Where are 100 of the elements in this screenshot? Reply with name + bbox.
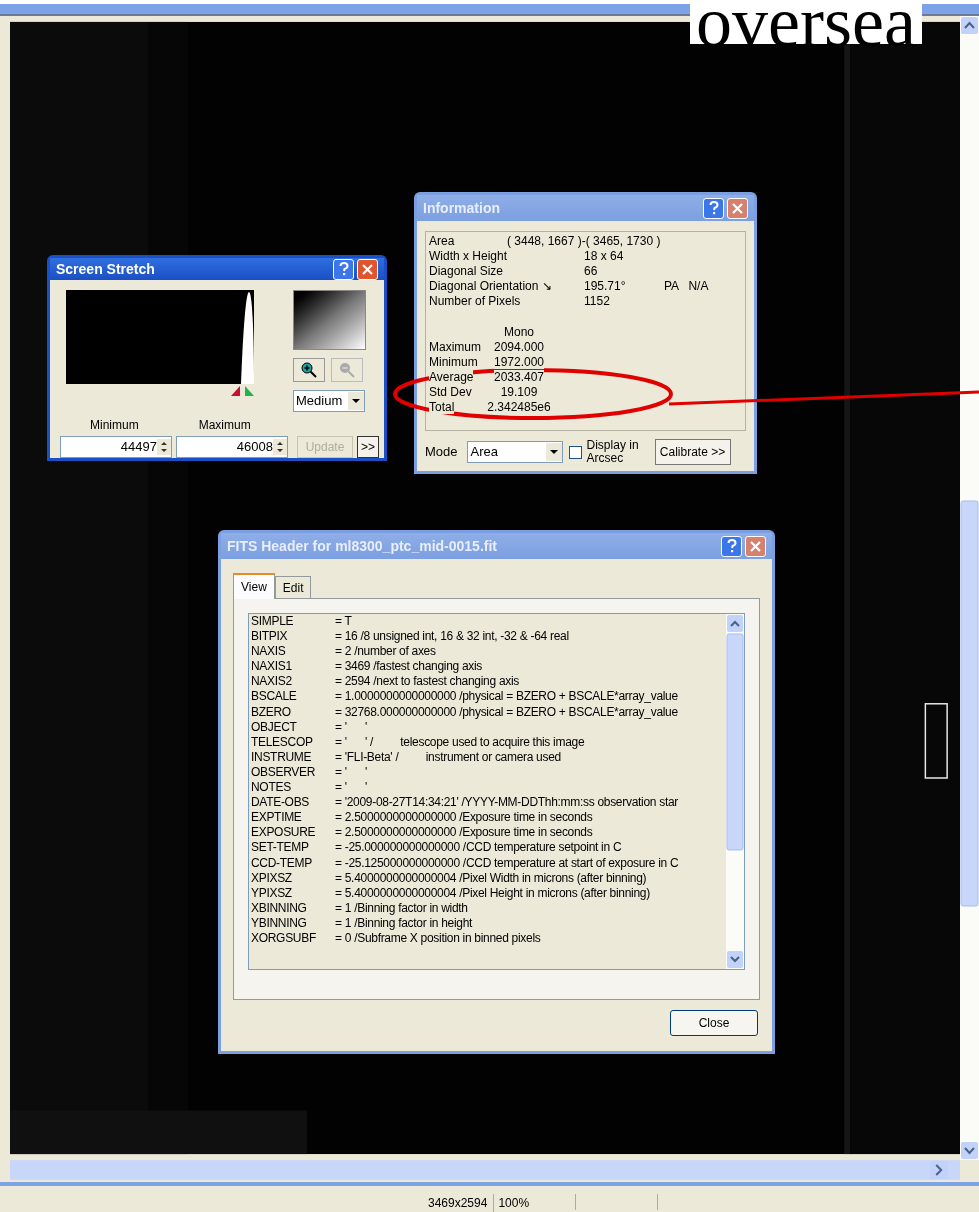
header-key: DATE-OBS xyxy=(251,795,335,811)
header-key: NAXIS xyxy=(251,644,335,660)
header-value: = T xyxy=(335,614,352,630)
close-icon xyxy=(732,202,743,214)
info-label: Diagonal Size xyxy=(429,264,505,279)
header-value: = 5.4000000000000004 /Pixel Width in microns (after binning) xyxy=(335,870,647,886)
header-value: = 1.0000000000000000 /physical = BZERO + BSCALE*array_value xyxy=(335,689,678,705)
tab[interactable]: View xyxy=(233,573,275,599)
expand-button[interactable]: >> xyxy=(357,436,379,458)
stat-value: 2.342485e6 xyxy=(487,400,551,414)
header-key: OBSERVER xyxy=(251,764,335,781)
stat-value: 2033.407 xyxy=(493,370,545,384)
header-key: NAXIS2 xyxy=(251,674,335,690)
header-value: = ' ' / telescope used to acquire this image xyxy=(335,734,585,750)
maximum-label: Maximum xyxy=(198,417,251,434)
stat-value: 2094.000 xyxy=(493,340,545,354)
header-value: = 3469 /fastest changing axis xyxy=(335,659,483,675)
header-key: CCD-TEMP xyxy=(251,855,335,871)
help-button[interactable] xyxy=(703,197,724,219)
header-value: = 5.4000000000000004 /Pixel Height in microns (after binning) xyxy=(335,885,650,901)
info-value: PA N/A xyxy=(664,279,709,294)
horizontal-scrollbar[interactable] xyxy=(10,1159,960,1180)
header-key: XORGSUBF xyxy=(251,930,335,947)
header-value: = 2 /number of axes xyxy=(335,644,436,660)
close-button[interactable] xyxy=(745,535,766,557)
header-key: BSCALE xyxy=(251,689,335,705)
header-value: = -25.000000000000000 /CCD temperature setpoint in C xyxy=(335,840,622,856)
help-icon xyxy=(708,201,719,215)
stretch-preset-dropdown[interactable]: Medium xyxy=(293,390,365,412)
header-key: YBINNING xyxy=(251,915,335,931)
close-icon xyxy=(750,540,761,552)
header-key: YPIXSZ xyxy=(251,885,335,901)
header-value: = ' ' xyxy=(335,719,367,735)
zoom-level: 100% xyxy=(493,1194,570,1212)
header-value: = '2009-08-27T14:34:21' /YYYY-MM-DDThh:mm:ss observation star xyxy=(335,795,678,811)
header-value: = -25.125000000000000 /CCD temperature at start of exposure in C xyxy=(335,855,679,871)
vertical-scrollbar[interactable] xyxy=(726,614,744,969)
header-key: INSTRUME xyxy=(251,749,335,765)
window-title: Screen Stretch xyxy=(56,259,156,279)
stats-heading: Mono xyxy=(503,325,535,340)
mode-dropdown[interactable]: Area xyxy=(466,441,563,463)
spinner-arrows-icon[interactable] xyxy=(157,439,171,455)
arcsec-label: Display in Arcsec xyxy=(586,439,640,465)
window-title: Information xyxy=(423,198,501,218)
header-value: = ' ' xyxy=(335,764,367,781)
minimum-field[interactable]: 44497 xyxy=(60,436,172,458)
close-dialog-button[interactable]: Close xyxy=(670,1010,758,1036)
help-icon xyxy=(338,262,349,276)
dropdown-caret-icon[interactable] xyxy=(348,392,364,410)
header-value: = 2.5000000000000000 /Exposure time in seconds xyxy=(335,810,593,826)
header-key: EXPTIME xyxy=(251,810,335,826)
info-label: Width x Height xyxy=(429,249,509,264)
mode-label: Mode xyxy=(425,443,458,462)
header-value: = 1 /Binning factor in width xyxy=(335,900,468,916)
info-value: 195.71° xyxy=(584,279,627,294)
tab[interactable]: Edit xyxy=(274,576,312,598)
header-key: SIMPLE xyxy=(251,614,335,630)
info-label: Number of Pixels xyxy=(429,294,522,309)
header-value: = ' ' xyxy=(335,780,367,796)
header-value: = 0 /Subframe X position in binned pixels xyxy=(335,930,541,947)
header-key: XBINNING xyxy=(251,900,335,916)
close-icon xyxy=(362,263,373,275)
header-key: SET-TEMP xyxy=(251,840,335,856)
header-key: OBJECT xyxy=(251,719,335,735)
stat-label: Std Dev xyxy=(429,385,472,399)
header-key: XPIXSZ xyxy=(251,870,335,886)
minimum-label: Minimum xyxy=(90,417,139,434)
spinner-arrows-icon[interactable] xyxy=(273,439,287,455)
calibrate-button[interactable]: Calibrate >> xyxy=(654,439,731,465)
dropdown-caret-icon[interactable] xyxy=(545,443,562,461)
help-button[interactable] xyxy=(333,258,354,280)
stat-label: Maximum xyxy=(429,340,481,354)
maximum-marker-icon[interactable] xyxy=(245,386,254,396)
stat-value: 1972.000 xyxy=(493,355,545,369)
header-value: = 1 /Binning factor in height xyxy=(335,915,473,931)
header-key: BITPIX xyxy=(251,629,335,645)
stat-value: 19.109 xyxy=(500,385,538,399)
zoom-in-button[interactable] xyxy=(293,358,325,382)
stat-label: Minimum xyxy=(429,355,478,369)
help-button[interactable] xyxy=(721,535,742,557)
header-key: NOTES xyxy=(251,780,335,796)
vertical-scrollbar[interactable] xyxy=(960,15,979,1160)
close-button[interactable] xyxy=(357,258,378,280)
info-value: ( 3448, 1667 )-( 3465, 1730 ) xyxy=(507,234,661,249)
zoom-out-icon xyxy=(339,362,355,378)
maximum-field[interactable]: 46008 xyxy=(176,436,288,458)
header-value: = 32768.000000000000 /physical = BZERO + BSCALE*array_value xyxy=(335,704,678,720)
minimum-marker-icon[interactable] xyxy=(231,386,240,396)
info-value: 66 xyxy=(584,264,599,279)
window-title: FITS Header for ml8300_ptc_mid-0015.fit xyxy=(227,536,498,556)
info-value: 18 x 64 xyxy=(584,249,625,264)
header-value: = 2594 /next to fastest changing axis xyxy=(335,674,520,690)
stat-label: Average xyxy=(429,370,474,384)
header-key: BZERO xyxy=(251,704,335,720)
arcsec-checkbox[interactable] xyxy=(568,445,582,459)
header-key: TELESCOP xyxy=(251,734,335,750)
close-button[interactable] xyxy=(727,197,748,219)
info-label: Area xyxy=(429,234,456,249)
image-size: 3469x2594 xyxy=(428,1195,488,1212)
zoom-in-icon xyxy=(301,362,317,378)
